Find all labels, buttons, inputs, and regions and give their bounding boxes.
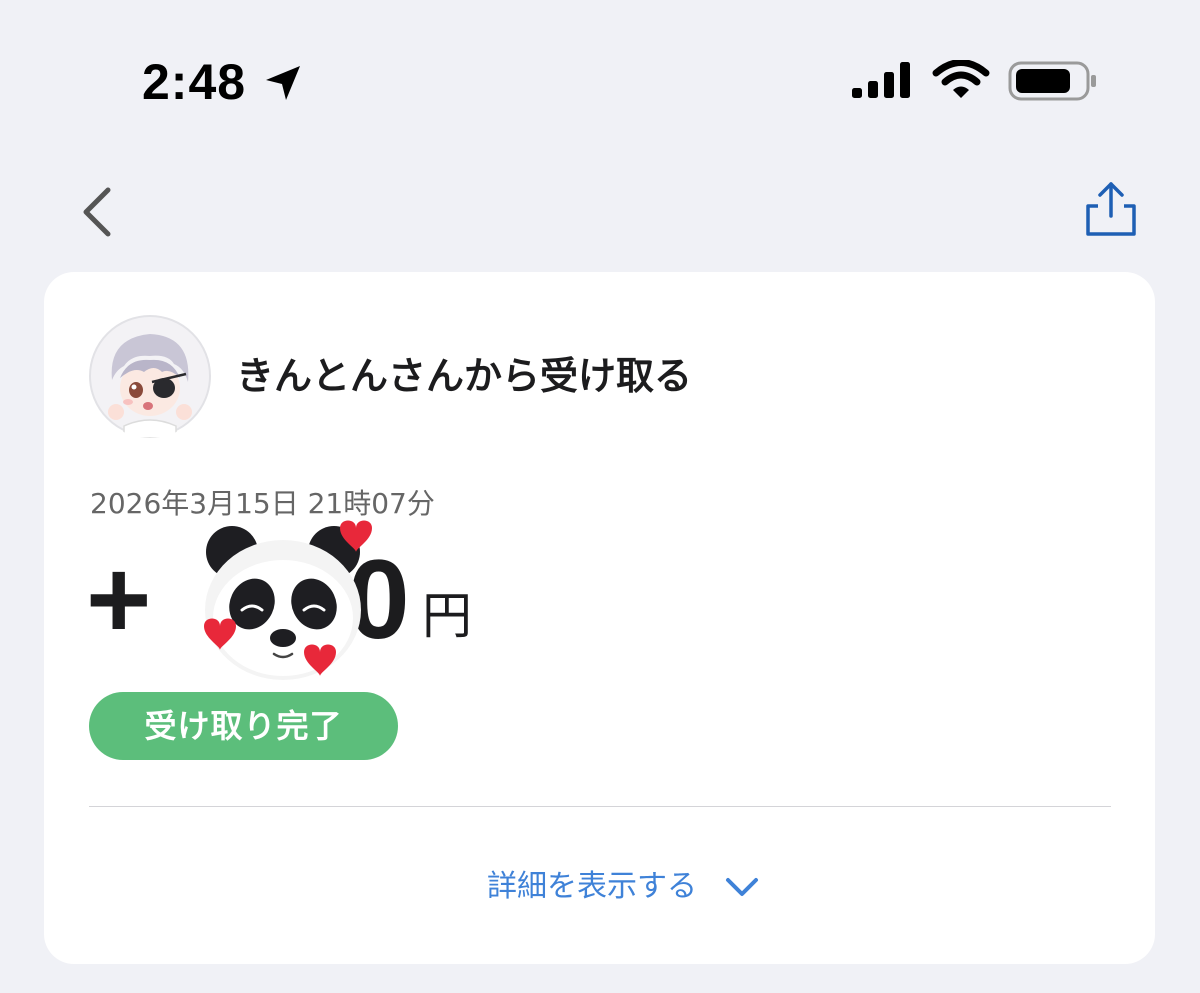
chevron-left-icon (83, 187, 111, 237)
share-icon (1086, 182, 1136, 236)
status-bar: 2:48 (0, 0, 1200, 160)
transaction-card: きんとんさんから受け取る 2026年3月15日 21時07分 +0 円 受け取り… (44, 272, 1155, 964)
wifi-icon (932, 60, 990, 98)
status-badge: 受け取り完了 (89, 692, 398, 760)
show-details-button[interactable]: 詳細を表示する (44, 852, 1155, 922)
amount-prefix: + (86, 537, 152, 662)
back-button[interactable] (70, 176, 130, 246)
battery-icon (1008, 61, 1096, 101)
location-arrow-icon (266, 66, 300, 100)
divider (89, 806, 1111, 807)
panda-sticker-icon (204, 520, 372, 680)
transaction-title: きんとんさんから受け取る (236, 354, 693, 398)
avatar-illustration (89, 315, 211, 438)
show-details-label: 詳細を表示する (486, 869, 697, 904)
cellular-signal-icon (852, 62, 910, 98)
avatar[interactable] (88, 314, 212, 438)
share-button[interactable] (1078, 176, 1144, 242)
currency-unit: 円 (422, 587, 472, 645)
amount-row: +0 円 (86, 520, 586, 680)
status-time: 2:48 (142, 54, 247, 110)
chevron-down-icon (726, 878, 759, 896)
